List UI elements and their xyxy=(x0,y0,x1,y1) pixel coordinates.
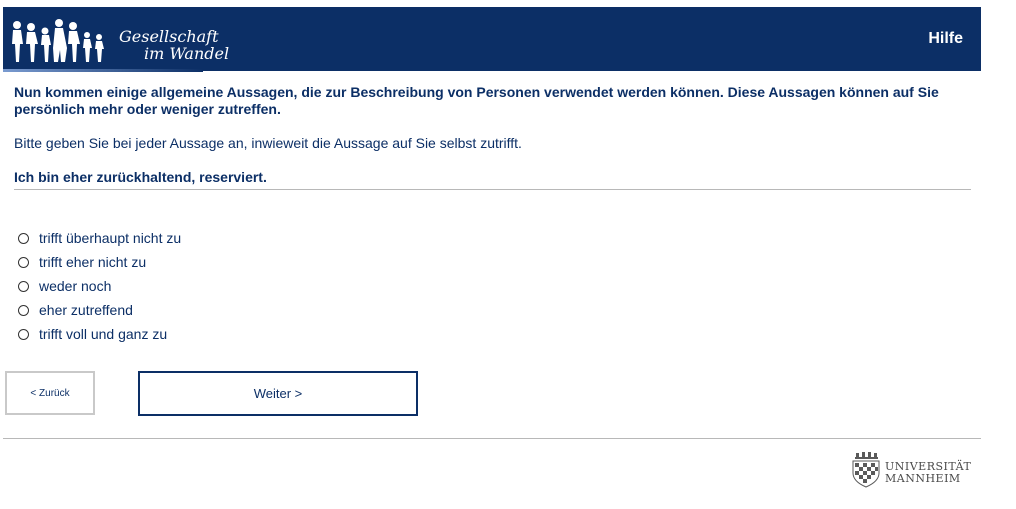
intro-text: Nun kommen einige allgemeine Aussagen, d… xyxy=(14,84,939,117)
survey-page: Gesellschaft im Wandel Hilfe Nun kommen … xyxy=(0,0,1016,509)
option-weder-noch[interactable]: weder noch xyxy=(18,274,181,298)
answer-options: trifft überhaupt nicht zu trifft eher ni… xyxy=(18,226,181,346)
people-silhouette-icon xyxy=(12,19,104,62)
question-title: Ich bin eher zurückhaltend, reserviert. xyxy=(14,169,267,185)
logo-line-1: Gesellschaft xyxy=(119,27,219,46)
radio-button[interactable] xyxy=(18,304,29,316)
radio-button[interactable] xyxy=(18,328,29,340)
question-divider xyxy=(14,189,971,190)
option-eher-zutreffend[interactable]: eher zutreffend xyxy=(18,298,181,322)
option-trifft-voll-und-ganz-zu[interactable]: trifft voll und ganz zu xyxy=(18,322,181,346)
header-banner: Gesellschaft im Wandel Hilfe xyxy=(3,7,981,72)
radio-button[interactable] xyxy=(18,232,29,244)
option-label: trifft eher nicht zu xyxy=(39,254,147,270)
option-trifft-ueberhaupt-nicht-zu[interactable]: trifft überhaupt nicht zu xyxy=(18,226,181,250)
university-line-2: MANNHEIM xyxy=(885,472,961,485)
option-label: trifft voll und ganz zu xyxy=(39,326,168,342)
option-trifft-eher-nicht-zu[interactable]: trifft eher nicht zu xyxy=(18,250,181,274)
gesellschaft-im-wandel-logo: Gesellschaft im Wandel xyxy=(9,15,249,67)
option-label: trifft überhaupt nicht zu xyxy=(39,230,182,246)
logo-line-2: im Wandel xyxy=(144,44,230,63)
help-link[interactable]: Hilfe xyxy=(928,30,963,48)
footer-divider xyxy=(3,438,981,439)
next-button[interactable]: Weiter > xyxy=(138,371,418,416)
option-label: weder noch xyxy=(39,278,112,294)
logo-wordmark: Gesellschaft im Wandel xyxy=(119,28,229,62)
radio-button[interactable] xyxy=(18,256,29,268)
back-button[interactable]: < Zurück xyxy=(5,371,95,415)
radio-button[interactable] xyxy=(18,280,29,292)
header-accent-stripe xyxy=(3,69,203,72)
universitaet-mannheim-logo: UNIVERSITÄT MANNHEIM xyxy=(850,452,984,490)
instruction-text: Bitte geben Sie bei jeder Aussage an, in… xyxy=(14,135,522,151)
option-label: eher zutreffend xyxy=(39,302,133,318)
university-wordmark: UNIVERSITÄT MANNHEIM xyxy=(885,461,971,485)
crest-icon xyxy=(852,452,880,488)
